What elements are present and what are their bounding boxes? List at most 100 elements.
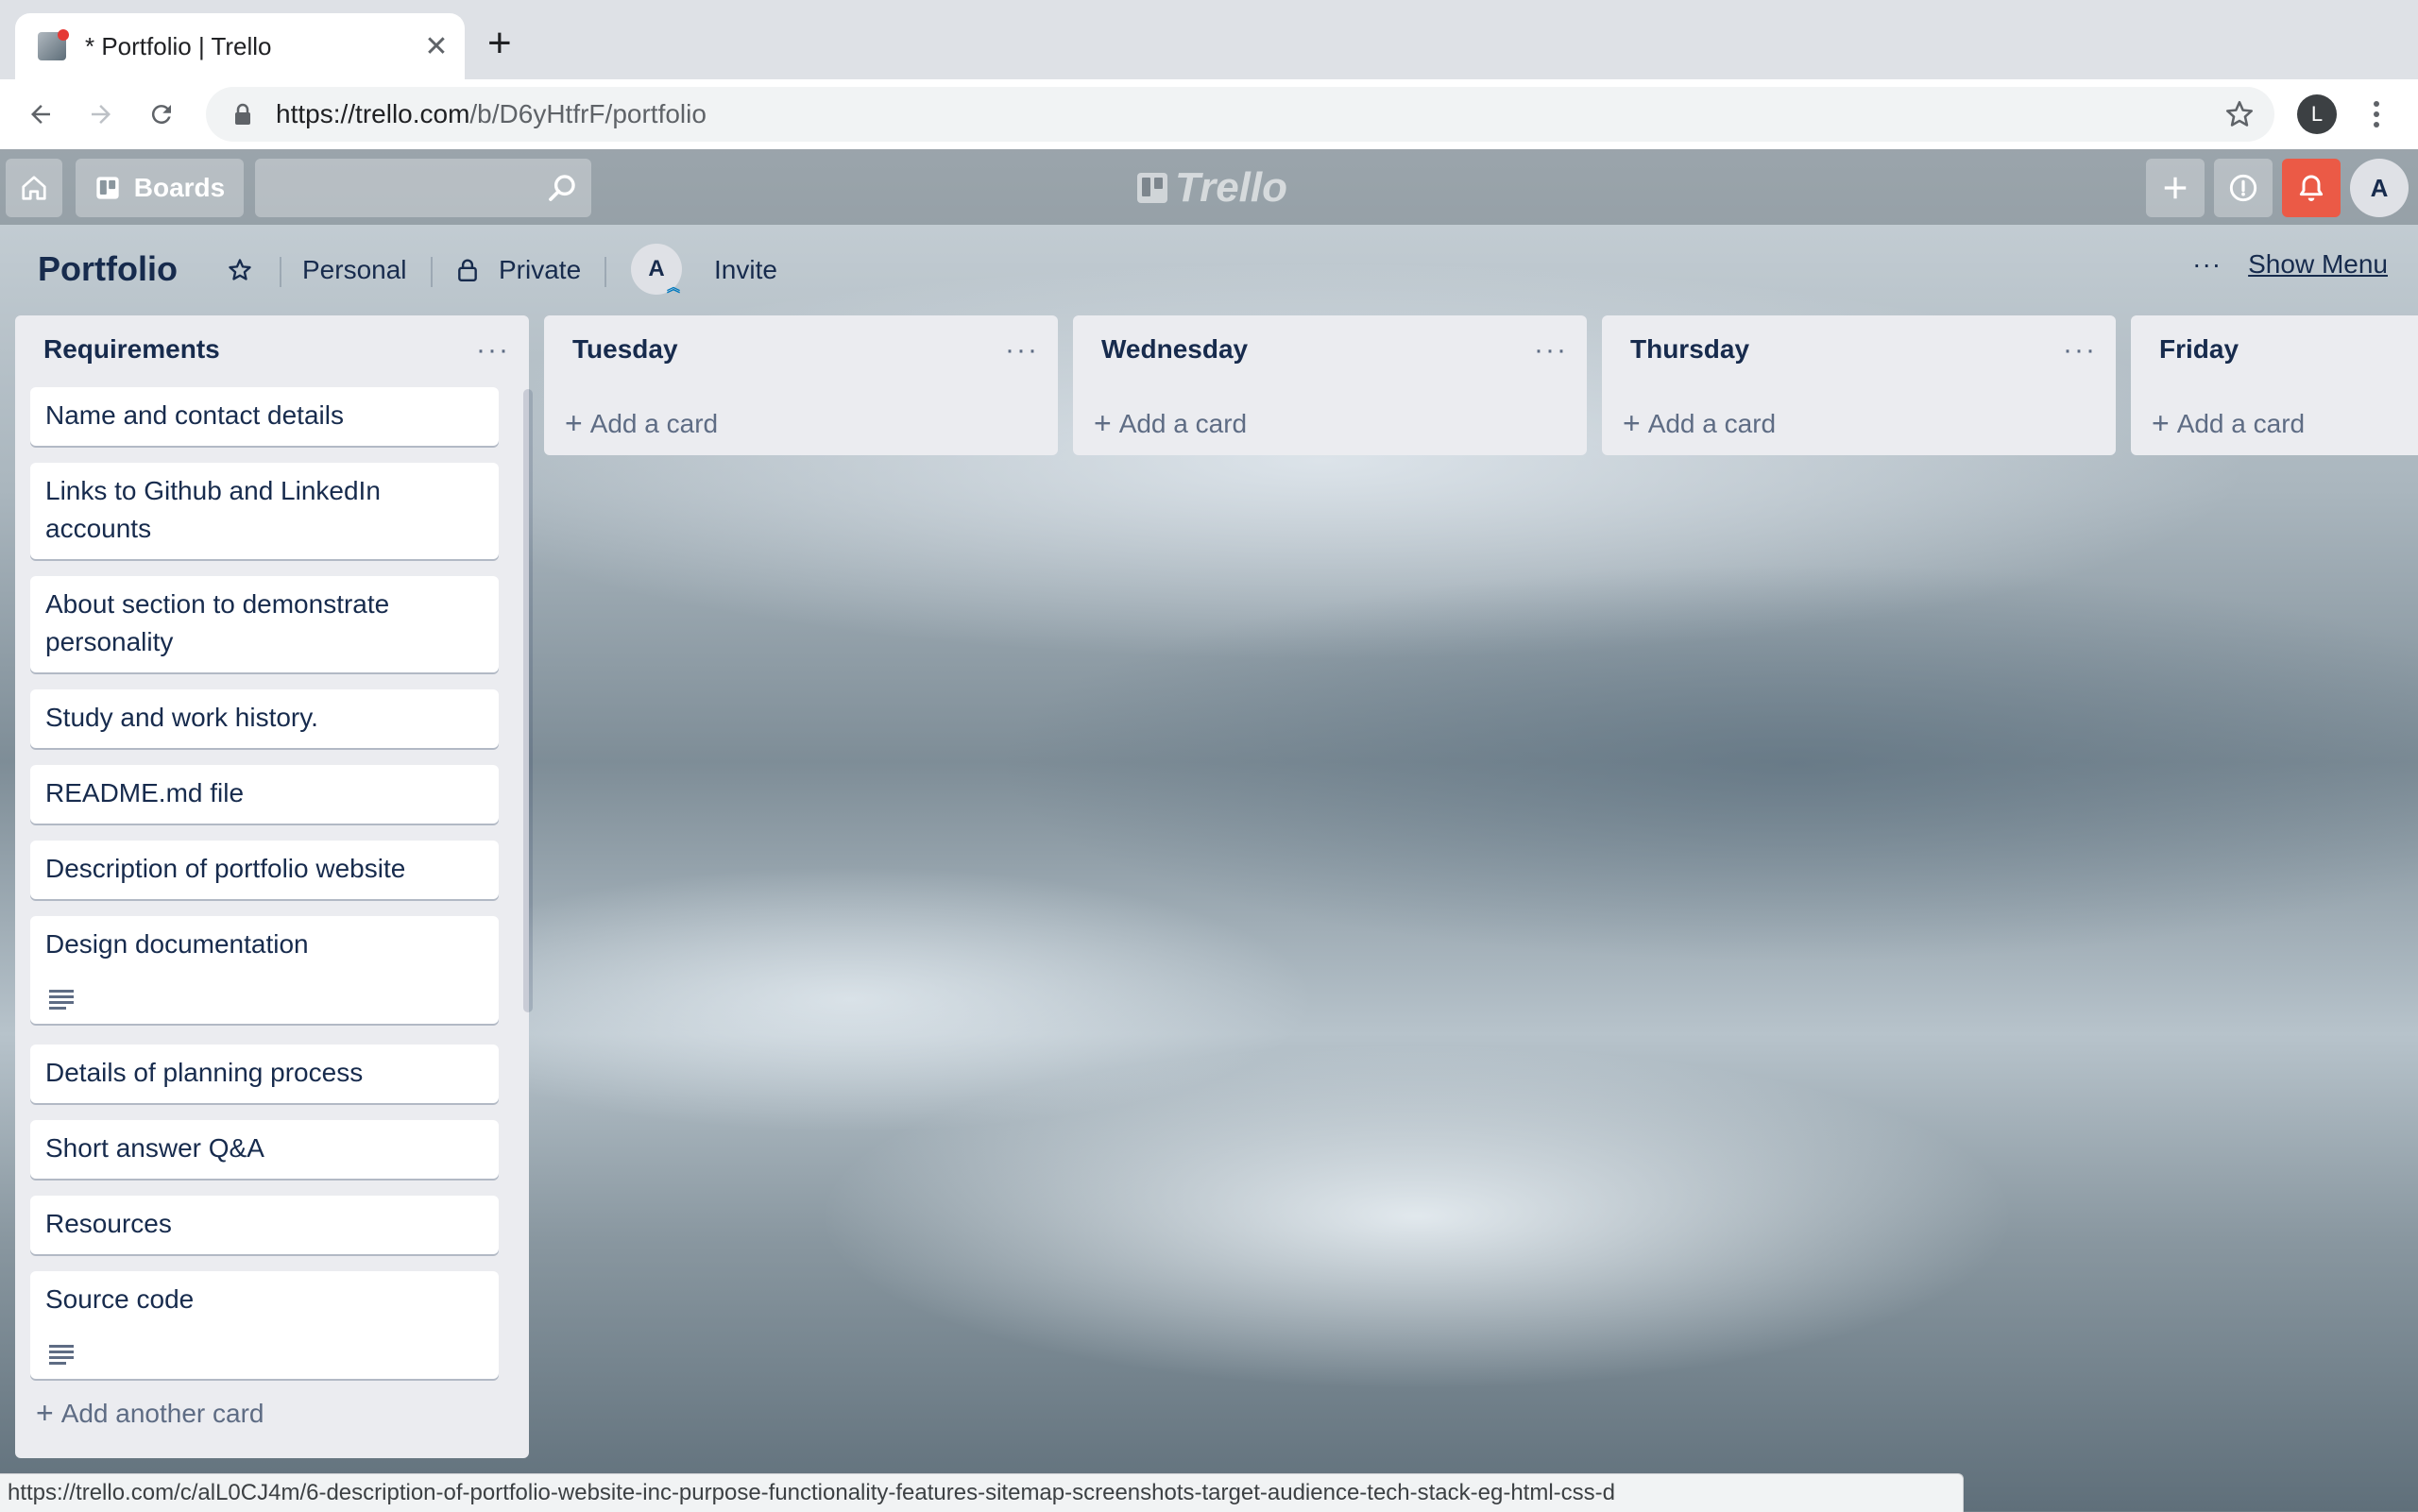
- card[interactable]: Study and work history.: [30, 689, 499, 748]
- team-button[interactable]: Personal: [302, 249, 407, 291]
- card-title: README.md file: [45, 778, 245, 807]
- card[interactable]: Resources: [30, 1196, 499, 1254]
- url-text: https://trello.com/b/D6yHtfrF/portfolio: [276, 99, 707, 128]
- link-status-bar: https://trello.com/c/alL0CJ4m/6-descript…: [0, 1473, 1964, 1512]
- list-title[interactable]: Wednesday: [1101, 334, 1248, 365]
- add-another-card-button[interactable]: + Add another card: [36, 1396, 264, 1431]
- address-bar[interactable]: https://trello.com/b/D6yHtfrF/portfolio: [206, 87, 2274, 142]
- description-icon: [49, 990, 74, 1011]
- description-icon: [49, 1345, 74, 1366]
- card[interactable]: Short answer Q&A: [30, 1120, 499, 1179]
- browser-toolbar: https://trello.com/b/D6yHtfrF/portfolio …: [0, 79, 2418, 150]
- trello-logo[interactable]: Trello: [1137, 164, 1287, 212]
- card-title: Links to Github and LinkedIn accounts: [45, 476, 381, 543]
- team-label: Personal: [302, 255, 407, 284]
- card[interactable]: About section to demonstrate personality: [30, 576, 499, 672]
- info-icon: [2229, 174, 2257, 202]
- plus-icon: +: [2152, 406, 2170, 440]
- tab-title: * Portfolio | Trello: [85, 31, 272, 60]
- trello-logo-icon: [1137, 173, 1167, 203]
- reload-icon[interactable]: [140, 93, 183, 136]
- invite-label: Invite: [714, 255, 777, 284]
- card-title: Short answer Q&A: [45, 1133, 264, 1163]
- notifications-button[interactable]: [2282, 159, 2341, 217]
- star-icon: [229, 259, 251, 280]
- member-avatar[interactable]: A ︽: [631, 244, 682, 295]
- list-menu-icon[interactable]: ···: [1534, 336, 1568, 365]
- card[interactable]: Details of planning process: [30, 1045, 499, 1103]
- list-menu-icon[interactable]: ···: [476, 336, 510, 365]
- card[interactable]: Description of portfolio website: [30, 841, 499, 899]
- add-card-button[interactable]: + Add a card: [1094, 406, 1247, 441]
- forward-icon[interactable]: [79, 93, 123, 136]
- trello-logo-text: Trello: [1175, 164, 1288, 211]
- boards-icon: [96, 177, 119, 199]
- board-title[interactable]: Portfolio: [38, 249, 178, 289]
- board-header: Portfolio Personal Private Invite ··· Sh…: [0, 236, 2418, 304]
- new-tab-icon[interactable]: +: [487, 23, 512, 64]
- visibility-button[interactable]: Private: [457, 249, 581, 291]
- browser-tab[interactable]: * Portfolio | Trello ✕: [15, 13, 465, 79]
- list-menu-icon[interactable]: ···: [1005, 336, 1039, 365]
- list-menu-icon[interactable]: ···: [2063, 336, 2097, 365]
- search-input[interactable]: [255, 159, 591, 217]
- card[interactable]: README.md file: [30, 765, 499, 824]
- list-title[interactable]: Friday: [2159, 334, 2239, 365]
- lock-icon: [458, 259, 477, 282]
- admin-chevron-icon: ︽: [667, 280, 680, 295]
- card-title: Resources: [45, 1209, 172, 1238]
- list-title[interactable]: Thursday: [1630, 334, 1749, 365]
- card-title: Study and work history.: [45, 703, 318, 732]
- browser-profile-avatar[interactable]: L: [2297, 94, 2337, 134]
- card-title: Description of portfolio website: [45, 854, 406, 883]
- star-board-button[interactable]: [227, 249, 253, 291]
- plus-icon: +: [1094, 406, 1112, 440]
- more-icon: ···: [2192, 249, 2222, 279]
- list-thursday: Thursday ··· + Add a card: [1602, 315, 2116, 455]
- add-card-label: Add a card: [1647, 408, 1777, 438]
- invite-button[interactable]: Invite: [714, 249, 777, 291]
- list-header[interactable]: Requirements ···: [15, 315, 529, 387]
- list-header[interactable]: Thursday ···: [1602, 315, 2116, 387]
- card[interactable]: Design documentation: [30, 916, 499, 1024]
- add-card-label: Add a card: [2176, 408, 2306, 438]
- back-icon[interactable]: [19, 93, 62, 136]
- add-another-card-label: Add another card: [60, 1398, 264, 1428]
- add-card-label: Add a card: [589, 408, 719, 438]
- list-header[interactable]: Friday: [2131, 315, 2418, 387]
- card[interactable]: Name and contact details: [30, 387, 499, 446]
- plus-icon: [2164, 177, 2187, 199]
- lock-icon[interactable]: [229, 100, 257, 128]
- info-button[interactable]: [2214, 159, 2273, 217]
- card-title: Name and contact details: [45, 400, 344, 430]
- create-button[interactable]: [2146, 159, 2205, 217]
- card[interactable]: Links to Github and LinkedIn accounts: [30, 463, 499, 559]
- search-icon[interactable]: [546, 172, 578, 204]
- card-title: Design documentation: [45, 929, 309, 959]
- list-header[interactable]: Wednesday ···: [1073, 315, 1587, 387]
- close-tab-icon[interactable]: ✕: [417, 30, 455, 63]
- list-friday: Friday + Add a card: [2131, 315, 2418, 455]
- trello-favicon-icon: [38, 29, 69, 60]
- bookmark-star-icon[interactable]: [2223, 98, 2256, 130]
- boards-button[interactable]: Boards: [76, 159, 244, 217]
- add-card-button[interactable]: + Add a card: [565, 406, 718, 441]
- card[interactable]: Source code: [30, 1271, 499, 1379]
- visibility-label: Private: [499, 255, 582, 284]
- list-title[interactable]: Tuesday: [572, 334, 678, 365]
- list-header[interactable]: Tuesday ···: [544, 315, 1058, 387]
- show-menu-label: Show Menu: [2248, 249, 2388, 279]
- add-card-button[interactable]: + Add a card: [2152, 406, 2305, 441]
- plus-icon: +: [565, 406, 583, 440]
- add-card-button[interactable]: + Add a card: [1623, 406, 1776, 441]
- list-title[interactable]: Requirements: [43, 334, 220, 365]
- list-scrollbar[interactable]: [523, 389, 533, 1012]
- bell-icon: [2299, 175, 2324, 201]
- plus-icon: +: [1623, 406, 1641, 440]
- home-button[interactable]: [6, 159, 62, 217]
- plus-icon: +: [36, 1396, 54, 1430]
- account-avatar[interactable]: A: [2350, 159, 2409, 217]
- card-title: Source code: [45, 1284, 195, 1314]
- show-menu-button[interactable]: ··· Show Menu: [2192, 249, 2388, 280]
- browser-menu-icon[interactable]: [2359, 94, 2393, 134]
